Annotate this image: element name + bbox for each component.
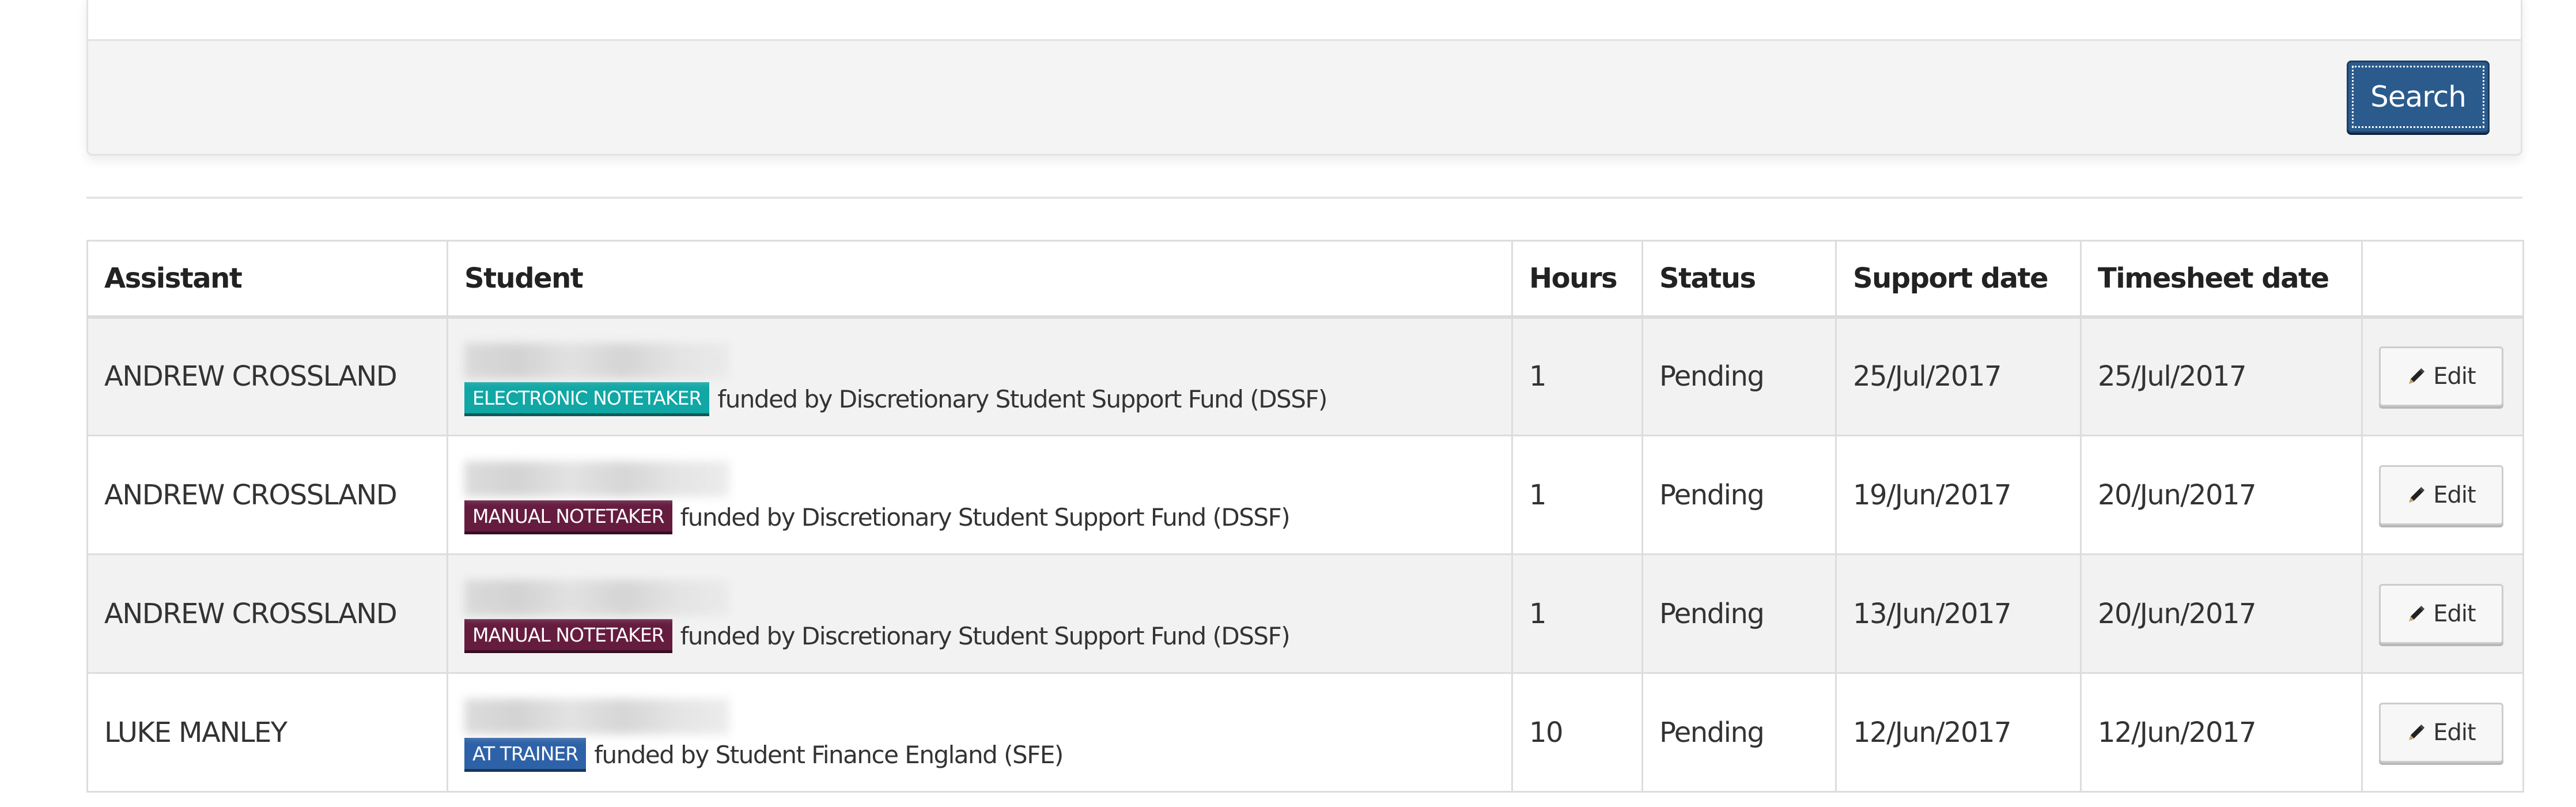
- status-cell: Pending: [1641, 672, 1837, 793]
- student-cell: MANUAL NOTETAKER funded by Discretionary…: [447, 435, 1513, 555]
- support-date-value: 19/Jun/2017: [1853, 478, 2012, 511]
- assistant-cell: ANDREW CROSSLAND: [86, 553, 448, 674]
- status-value: Pending: [1659, 597, 1765, 630]
- edit-label: Edit: [2433, 481, 2476, 508]
- support-date-value: 12/Jun/2017: [1853, 716, 2012, 749]
- student-cell: ELECTRONIC NOTETAKER funded by Discretio…: [447, 316, 1513, 436]
- status-value: Pending: [1659, 360, 1765, 393]
- status-cell: Pending: [1641, 553, 1837, 674]
- assistant-name: ANDREW CROSSLAND: [104, 360, 398, 393]
- assistant-cell: ANDREW CROSSLAND: [86, 316, 448, 436]
- pencil-icon: [2409, 487, 2425, 503]
- funding-text: funded by Discretionary Student Support …: [680, 621, 1291, 650]
- hours-cell: 1: [1511, 316, 1643, 436]
- support-date-cell: 25/Jul/2017: [1835, 316, 2082, 436]
- search-panel: Search: [86, 0, 2522, 156]
- timesheet-date-value: 12/Jun/2017: [2098, 716, 2257, 749]
- edit-label: Edit: [2433, 600, 2476, 627]
- timesheet-date-cell: 12/Jun/2017: [2080, 672, 2363, 793]
- actions-cell: Edit: [2361, 316, 2524, 436]
- pencil-icon: [2409, 605, 2425, 621]
- assistant-name: ANDREW CROSSLAND: [104, 597, 398, 630]
- hours-value: 10: [1529, 716, 1564, 749]
- assistant-cell: LUKE MANLEY: [86, 672, 448, 793]
- column-header-actions: [2361, 240, 2524, 319]
- column-header-student[interactable]: Student: [447, 240, 1513, 319]
- funding-text: funded by Discretionary Student Support …: [717, 384, 1327, 413]
- table-row: ANDREW CROSSLAND ELECTRONIC NOTETAKER fu…: [86, 316, 2524, 436]
- support-date-value: 13/Jun/2017: [1853, 597, 2012, 630]
- actions-cell: Edit: [2361, 435, 2524, 555]
- status-cell: Pending: [1641, 435, 1837, 555]
- student-name-redacted[interactable]: [464, 579, 729, 616]
- service-badge: MANUAL NOTETAKER: [464, 619, 672, 654]
- student-service-line: MANUAL NOTETAKER funded by Discretionary…: [464, 619, 1495, 654]
- student-service-line: MANUAL NOTETAKER funded by Discretionary…: [464, 500, 1495, 535]
- support-date-cell: 12/Jun/2017: [1835, 672, 2082, 793]
- student-name-redacted[interactable]: [464, 342, 729, 379]
- service-badge: AT TRAINER: [464, 737, 587, 772]
- divider: [86, 197, 2522, 199]
- status-value: Pending: [1659, 716, 1765, 749]
- support-date-value: 25/Jul/2017: [1853, 360, 2002, 393]
- student-service-line: AT TRAINER funded by Student Finance Eng…: [464, 737, 1495, 772]
- edit-button[interactable]: Edit: [2379, 465, 2503, 525]
- funding-text: funded by Discretionary Student Support …: [680, 503, 1291, 531]
- actions-cell: Edit: [2361, 553, 2524, 674]
- student-cell: AT TRAINER funded by Student Finance Eng…: [447, 672, 1513, 793]
- column-header-assistant[interactable]: Assistant: [86, 240, 448, 319]
- column-header-status[interactable]: Status: [1641, 240, 1837, 319]
- table-header-row: Assistant Student Hours Status Support d…: [86, 240, 2524, 319]
- timesheet-date-cell: 25/Jul/2017: [2080, 316, 2363, 436]
- funding-text: funded by Student Finance England (SFE): [594, 740, 1064, 769]
- status-cell: Pending: [1641, 316, 1837, 436]
- search-panel-footer: Search: [88, 39, 2521, 154]
- hours-cell: 10: [1511, 672, 1643, 793]
- column-header-hours[interactable]: Hours: [1511, 240, 1643, 319]
- timesheet-table: Assistant Student Hours Status Support d…: [86, 240, 2524, 793]
- student-cell: MANUAL NOTETAKER funded by Discretionary…: [447, 553, 1513, 674]
- edit-label: Edit: [2433, 719, 2476, 746]
- table-row: ANDREW CROSSLAND MANUAL NOTETAKER funded…: [86, 435, 2524, 555]
- edit-label: Edit: [2433, 363, 2476, 390]
- student-name-redacted[interactable]: [464, 698, 729, 734]
- service-badge: ELECTRONIC NOTETAKER: [464, 382, 710, 416]
- assistant-name: ANDREW CROSSLAND: [104, 478, 398, 511]
- hours-value: 1: [1529, 360, 1547, 393]
- edit-button[interactable]: Edit: [2379, 346, 2503, 407]
- page: Search Assistant Student Hours Status Su…: [0, 0, 2576, 807]
- timesheet-date-value: 25/Jul/2017: [2098, 360, 2247, 393]
- student-service-line: ELECTRONIC NOTETAKER funded by Discretio…: [464, 382, 1495, 416]
- service-badge: MANUAL NOTETAKER: [464, 500, 672, 535]
- hours-value: 1: [1529, 478, 1547, 511]
- support-date-cell: 13/Jun/2017: [1835, 553, 2082, 674]
- table-row: ANDREW CROSSLAND MANUAL NOTETAKER funded…: [86, 553, 2524, 674]
- status-value: Pending: [1659, 478, 1765, 511]
- search-panel-body: [88, 0, 2521, 39]
- search-button[interactable]: Search: [2347, 61, 2490, 133]
- timesheet-date-value: 20/Jun/2017: [2098, 597, 2257, 630]
- student-name-redacted[interactable]: [464, 461, 729, 497]
- pencil-icon: [2409, 724, 2425, 740]
- timesheet-date-value: 20/Jun/2017: [2098, 478, 2257, 511]
- hours-cell: 1: [1511, 435, 1643, 555]
- support-date-cell: 19/Jun/2017: [1835, 435, 2082, 555]
- assistant-cell: ANDREW CROSSLAND: [86, 435, 448, 555]
- actions-cell: Edit: [2361, 672, 2524, 793]
- hours-value: 1: [1529, 597, 1547, 630]
- edit-button[interactable]: Edit: [2379, 583, 2503, 644]
- timesheet-date-cell: 20/Jun/2017: [2080, 553, 2363, 674]
- table-row: LUKE MANLEY AT TRAINER funded by Student…: [86, 672, 2524, 793]
- pencil-icon: [2409, 368, 2425, 384]
- hours-cell: 1: [1511, 553, 1643, 674]
- timesheet-date-cell: 20/Jun/2017: [2080, 435, 2363, 555]
- edit-button[interactable]: Edit: [2379, 702, 2503, 763]
- column-header-timesheet-date[interactable]: Timesheet date: [2080, 240, 2363, 319]
- column-header-support-date[interactable]: Support date: [1835, 240, 2082, 319]
- assistant-name: LUKE MANLEY: [104, 716, 288, 749]
